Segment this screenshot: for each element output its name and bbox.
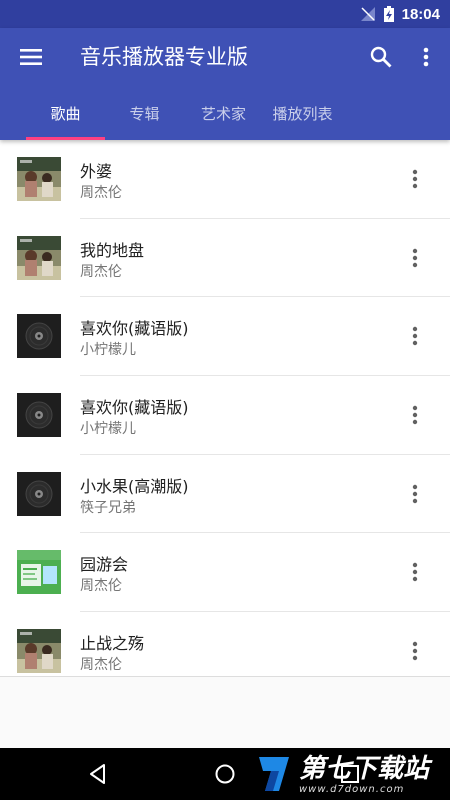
tab-songs[interactable]: 歌曲 bbox=[26, 86, 105, 140]
song-artist: 筷子兄弟 bbox=[80, 499, 136, 516]
song-title: 园游会 bbox=[80, 555, 129, 575]
app-title: 音乐播放器专业版 bbox=[80, 45, 248, 69]
song-list: 外婆 周杰伦 我的地盘 周杰伦 喜欢你(藏语版) 小柠檬儿 喜欢你(藏语版) 小… bbox=[0, 140, 450, 677]
status-time: 18:04 bbox=[401, 5, 440, 23]
song-more-button[interactable] bbox=[400, 321, 430, 351]
song-title: 喜欢你(藏语版) bbox=[80, 398, 189, 418]
watermark: 第七下载站 www.d7down.com bbox=[255, 748, 450, 800]
song-row[interactable]: 外婆 周杰伦 bbox=[0, 140, 450, 219]
app-bar: 音乐播放器专业版 歌曲 专辑 艺术家 播放列表 bbox=[0, 28, 450, 140]
album-art-green bbox=[17, 550, 61, 595]
album-art-disc bbox=[17, 471, 61, 516]
album-art-disc bbox=[17, 393, 61, 438]
song-artist: 周杰伦 bbox=[80, 578, 122, 595]
back-button[interactable] bbox=[82, 758, 114, 790]
album-art-photo bbox=[17, 629, 61, 674]
more-vert-icon bbox=[412, 484, 418, 503]
tab-artists[interactable]: 艺术家 bbox=[184, 86, 263, 140]
search-button[interactable] bbox=[364, 40, 398, 74]
watermark-logo-icon bbox=[259, 757, 289, 791]
more-vert-icon bbox=[412, 248, 418, 267]
song-more-button[interactable] bbox=[400, 557, 430, 587]
tab-albums[interactable]: 专辑 bbox=[105, 86, 184, 140]
song-more-button[interactable] bbox=[400, 636, 430, 666]
status-bar: 18:04 bbox=[0, 0, 450, 28]
overflow-menu-button[interactable] bbox=[410, 40, 442, 74]
more-vert-icon bbox=[412, 169, 418, 189]
menu-button[interactable] bbox=[14, 40, 48, 74]
song-title: 止战之殇 bbox=[80, 634, 145, 654]
song-artist: 周杰伦 bbox=[80, 185, 122, 201]
more-vert-icon bbox=[423, 47, 429, 67]
album-art-photo bbox=[17, 157, 61, 201]
no-signal-icon bbox=[360, 7, 375, 21]
battery-charging-icon bbox=[383, 6, 394, 22]
song-title: 喜欢你(藏语版) bbox=[80, 319, 189, 339]
song-row[interactable]: 喜欢你(藏语版) 小柠檬儿 bbox=[0, 376, 450, 455]
song-more-button[interactable] bbox=[400, 243, 430, 273]
song-row[interactable]: 园游会 周杰伦 bbox=[0, 533, 450, 613]
song-row[interactable]: 止战之殇 周杰伦 bbox=[0, 612, 450, 691]
tab-bar: 歌曲 专辑 艺术家 播放列表 bbox=[0, 86, 450, 140]
song-row[interactable]: 我的地盘 周杰伦 bbox=[0, 219, 450, 298]
watermark-title: 第七下载站 bbox=[299, 753, 430, 784]
song-artist: 周杰伦 bbox=[80, 263, 122, 280]
menu-icon bbox=[20, 49, 42, 65]
song-row[interactable]: 小水果(高潮版) 筷子兄弟 bbox=[0, 455, 450, 534]
song-more-button[interactable] bbox=[400, 400, 430, 430]
song-title: 小水果(高潮版) bbox=[80, 476, 189, 496]
album-art-disc bbox=[17, 314, 61, 359]
more-vert-icon bbox=[412, 327, 418, 346]
song-more-button[interactable] bbox=[400, 164, 430, 194]
home-icon bbox=[215, 764, 235, 784]
watermark-url: www.d7down.com bbox=[299, 783, 405, 795]
song-artist: 小柠檬儿 bbox=[80, 342, 136, 359]
song-artist: 周杰伦 bbox=[80, 657, 122, 674]
song-row[interactable]: 喜欢你(藏语版) 小柠檬儿 bbox=[0, 297, 450, 377]
back-icon bbox=[90, 764, 105, 784]
watermark-text: 第七下载站 www.d7down.com bbox=[299, 754, 429, 795]
song-title: 我的地盘 bbox=[80, 240, 145, 260]
more-vert-icon bbox=[412, 641, 418, 661]
search-icon bbox=[370, 46, 392, 68]
more-vert-icon bbox=[412, 405, 418, 425]
song-title: 外婆 bbox=[80, 162, 113, 181]
album-art-photo bbox=[17, 235, 61, 280]
toolbar: 音乐播放器专业版 bbox=[0, 28, 450, 86]
more-vert-icon bbox=[412, 563, 418, 582]
tab-playlists[interactable]: 播放列表 bbox=[263, 86, 342, 140]
song-more-button[interactable] bbox=[400, 479, 430, 509]
home-button[interactable] bbox=[209, 758, 241, 790]
song-artist: 小柠檬儿 bbox=[80, 421, 136, 438]
